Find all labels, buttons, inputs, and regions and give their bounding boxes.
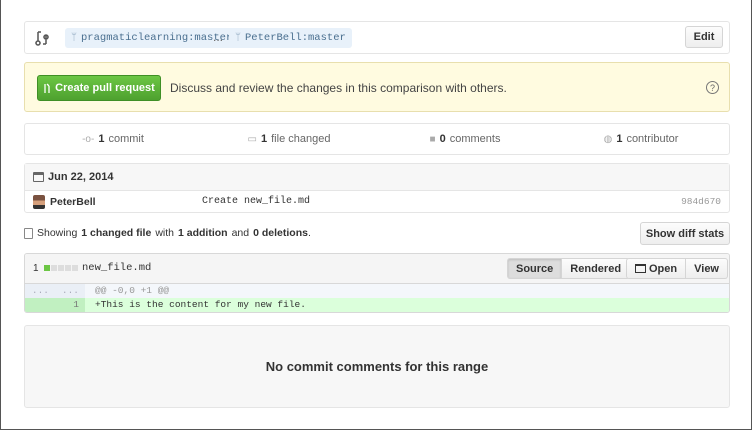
compare-icon bbox=[35, 31, 49, 46]
pull-request-notice: Create pull request Discuss and review t… bbox=[24, 62, 730, 112]
comparison-stats: -o- 1 commit ▭ 1 file changed ■ 0 commen… bbox=[24, 123, 730, 155]
range-separator: ... bbox=[213, 30, 224, 44]
contributors-count: 1 bbox=[616, 133, 623, 145]
view-button[interactable]: View bbox=[686, 258, 728, 279]
calendar-icon bbox=[33, 172, 44, 182]
source-button[interactable]: Source bbox=[507, 258, 563, 279]
file-actions: Open View bbox=[626, 258, 728, 279]
commit-author[interactable]: PeterBell bbox=[50, 196, 96, 208]
base-branch-label: pragmaticlearning:master bbox=[81, 32, 233, 44]
compare-range-bar: ᛘ pragmaticlearning:master ... ᛘ PeterBe… bbox=[24, 21, 730, 54]
contributors-stat[interactable]: ◍ 1 contributor bbox=[553, 124, 729, 154]
file-icon: ▭ bbox=[247, 133, 257, 145]
diffstat-bar-neutral bbox=[72, 265, 78, 271]
summary-deletions: 0 deletions bbox=[253, 227, 308, 239]
comments-count: 0 bbox=[439, 133, 446, 145]
diffstat-bar-neutral bbox=[65, 265, 71, 271]
branch-icon: ᛘ bbox=[71, 33, 77, 44]
diffstat-bars bbox=[44, 265, 78, 271]
pull-request-icon bbox=[44, 83, 50, 93]
commit-group-date: Jun 22, 2014 bbox=[25, 164, 729, 191]
old-line-number bbox=[25, 298, 55, 312]
commit-icon: -o- bbox=[82, 133, 95, 145]
hunk-text: @@ -0,0 +1 @@ bbox=[95, 285, 170, 296]
create-pull-request-button[interactable]: Create pull request bbox=[37, 75, 161, 101]
diff-summary: Showing 1 changed file with 1 addition a… bbox=[24, 227, 311, 239]
show-diff-stats-button[interactable]: Show diff stats bbox=[640, 222, 730, 245]
diffstat-bar-neutral bbox=[58, 265, 64, 271]
summary-additions: 1 addition bbox=[178, 227, 228, 239]
commit-date-label: Jun 22, 2014 bbox=[48, 171, 114, 183]
comments-label: comments bbox=[449, 133, 501, 145]
summary-suffix: . bbox=[307, 227, 311, 239]
files-stat[interactable]: ▭ 1 file changed bbox=[201, 124, 377, 154]
commit-row: PeterBell Create new_file.md 984d670 bbox=[25, 191, 729, 213]
branch-icon: ᛘ bbox=[235, 33, 241, 44]
desktop-icon bbox=[635, 264, 646, 273]
expand-left[interactable]: ... bbox=[25, 284, 55, 298]
commit-group: Jun 22, 2014 PeterBell Create new_file.m… bbox=[24, 163, 730, 213]
commits-label: commit bbox=[108, 133, 144, 145]
help-icon[interactable]: ? bbox=[706, 81, 719, 94]
no-comments-text: No commit comments for this range bbox=[265, 359, 489, 374]
open-label: Open bbox=[649, 262, 678, 275]
edit-button[interactable]: Edit bbox=[685, 26, 723, 48]
comments-stat[interactable]: ■ 0 comments bbox=[377, 124, 553, 154]
comment-icon: ■ bbox=[429, 133, 436, 145]
diff-line-addition: 1 +This is the content for my new file. bbox=[25, 298, 729, 312]
rendered-button[interactable]: Rendered bbox=[562, 258, 631, 279]
file-header: 1 new_file.md Source Rendered Open View bbox=[25, 254, 729, 284]
commit-message[interactable]: Create new_file.md bbox=[202, 196, 310, 207]
summary-changed: 1 changed file bbox=[81, 227, 152, 239]
create-pull-request-label: Create pull request bbox=[55, 82, 155, 94]
summary-with: with bbox=[155, 227, 174, 239]
diff-hunk-header: ... ... @@ -0,0 +1 @@ bbox=[25, 284, 729, 298]
files-count: 1 bbox=[261, 133, 268, 145]
file-diff-icon bbox=[24, 227, 33, 239]
head-branch[interactable]: ᛘ PeterBell:master bbox=[229, 28, 352, 48]
contributors-label: contributor bbox=[626, 133, 679, 145]
file-diff: 1 new_file.md Source Rendered Open View … bbox=[24, 253, 730, 313]
file-change-count: 1 bbox=[33, 263, 39, 274]
avatar[interactable] bbox=[33, 195, 45, 209]
notice-text: Discuss and review the changes in this c… bbox=[170, 81, 507, 95]
diffstat-bar-added bbox=[44, 265, 50, 271]
new-line-number[interactable]: 1 bbox=[55, 298, 85, 312]
diffstat-bar-neutral bbox=[51, 265, 57, 271]
commits-count: 1 bbox=[98, 133, 105, 145]
commit-sha[interactable]: 984d670 bbox=[681, 196, 721, 207]
commits-stat[interactable]: -o- 1 commit bbox=[25, 124, 201, 154]
file-name[interactable]: new_file.md bbox=[82, 262, 151, 274]
organization-icon: ◍ bbox=[603, 133, 613, 145]
view-mode-toggle: Source Rendered bbox=[507, 258, 631, 279]
summary-prefix: Showing bbox=[37, 227, 78, 239]
summary-and: and bbox=[231, 227, 250, 239]
commit-comments-blankslate: No commit comments for this range bbox=[24, 325, 730, 408]
open-button[interactable]: Open bbox=[626, 258, 687, 279]
line-code: +This is the content for my new file. bbox=[95, 299, 306, 310]
files-label: file changed bbox=[271, 133, 331, 145]
head-branch-label: PeterBell:master bbox=[245, 32, 346, 44]
expand-right[interactable]: ... bbox=[55, 284, 85, 298]
